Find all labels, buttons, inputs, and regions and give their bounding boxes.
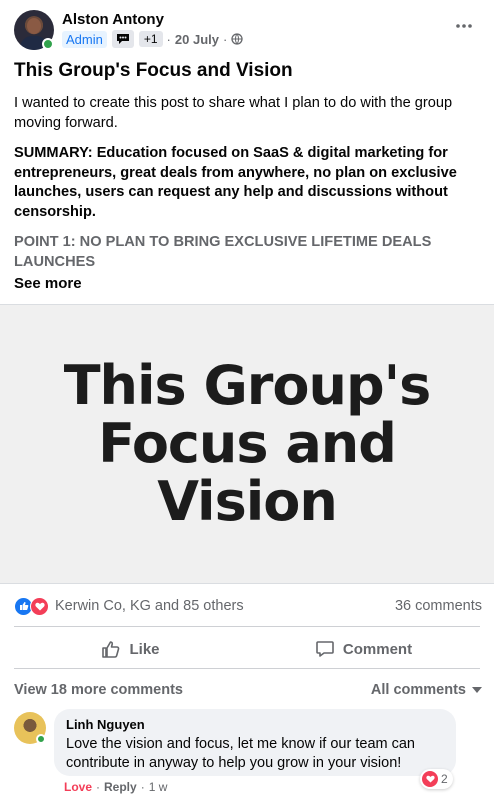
avatar-face — [27, 18, 41, 34]
comment-bubble: Linh Nguyen Love the vision and focus, l… — [54, 709, 456, 776]
comments-filter-label: All comments — [370, 682, 466, 698]
comment-bubble-icon — [315, 639, 343, 659]
meta-separator: · — [166, 31, 171, 47]
comment-text: Love the vision and focus, let me know i… — [66, 736, 415, 771]
comment-button-label: Comment — [342, 640, 413, 658]
post-date[interactable]: 20 July — [175, 32, 219, 47]
image-text-line-3: Vision — [157, 470, 338, 533]
comment-actions-separator-2: · — [140, 780, 145, 794]
conversation-starter-icon[interactable] — [111, 30, 134, 48]
more-horizontal-icon[interactable] — [452, 14, 476, 38]
comment-reply-link[interactable]: Reply — [104, 780, 137, 794]
author-name[interactable]: Alston Antony — [62, 11, 164, 28]
meta-separator-2: · — [222, 31, 228, 47]
post-meta: Admin +1 · 20 July · — [62, 29, 243, 49]
reactions-summary-text[interactable]: Kerwin Co, KG and 85 others — [55, 598, 244, 614]
thumbs-up-icon — [101, 639, 129, 659]
image-text-line-2: Focus and — [98, 412, 397, 475]
post-image-text: This Group's Focus and Vision — [63, 354, 432, 533]
divider-top — [14, 626, 480, 627]
reactions-summary-row: Kerwin Co, KG and 85 others 36 comments — [14, 594, 482, 618]
love-reaction-mini-icon — [422, 771, 438, 787]
comments-count[interactable]: 36 comments — [395, 598, 482, 614]
comment-actions-separator: · — [96, 780, 101, 794]
divider-bottom — [14, 668, 480, 669]
globe-icon — [231, 33, 243, 45]
see-more-link[interactable]: See more — [14, 275, 82, 292]
like-button-label: Like — [129, 640, 160, 658]
post-image[interactable]: This Group's Focus and Vision — [0, 304, 494, 584]
love-reaction-icon — [30, 596, 49, 616]
comment-button[interactable]: Comment — [247, 630, 480, 668]
post-header: Alston Antony Admin +1 · 20 July · — [0, 0, 494, 60]
view-more-comments-link[interactable]: View 18 more comments — [14, 682, 183, 698]
post-paragraph-point-1: POINT 1: NO PLAN TO BRING EXCLUSIVE LIFE… — [14, 234, 432, 270]
online-status-dot — [42, 38, 54, 50]
caret-down-icon — [472, 687, 482, 693]
comment-love-link[interactable]: Love — [64, 780, 92, 794]
post-body: I wanted to create this post to share wh… — [14, 94, 484, 283]
comments-filter-dropdown[interactable]: All comments — [371, 682, 482, 698]
image-text-line-1: This Group's — [63, 354, 432, 417]
comment-author[interactable]: Linh Nguyen — [66, 717, 444, 732]
comment-actions: Love · Reply · 1 w — [64, 780, 167, 794]
commenter-online-dot — [36, 734, 46, 744]
post-paragraph-intro: I wanted to create this post to share wh… — [14, 95, 453, 131]
comment-time[interactable]: 1 w — [149, 780, 168, 794]
admin-badge[interactable]: Admin — [62, 30, 107, 48]
post-paragraph-summary: SUMMARY: Education focused on SaaS & dig… — [14, 145, 457, 220]
comments-header: View 18 more comments All comments — [14, 680, 482, 700]
like-button[interactable]: Like — [14, 630, 247, 668]
post-title: This Group's Focus and Vision — [14, 60, 293, 81]
reaction-icons[interactable] — [14, 596, 49, 616]
post-actions: Like Comment — [14, 630, 480, 668]
extra-badges-count[interactable]: +1 — [138, 31, 163, 47]
comment-reaction-badge[interactable]: 2 — [420, 769, 453, 789]
comment-reaction-count: 2 — [441, 772, 448, 786]
